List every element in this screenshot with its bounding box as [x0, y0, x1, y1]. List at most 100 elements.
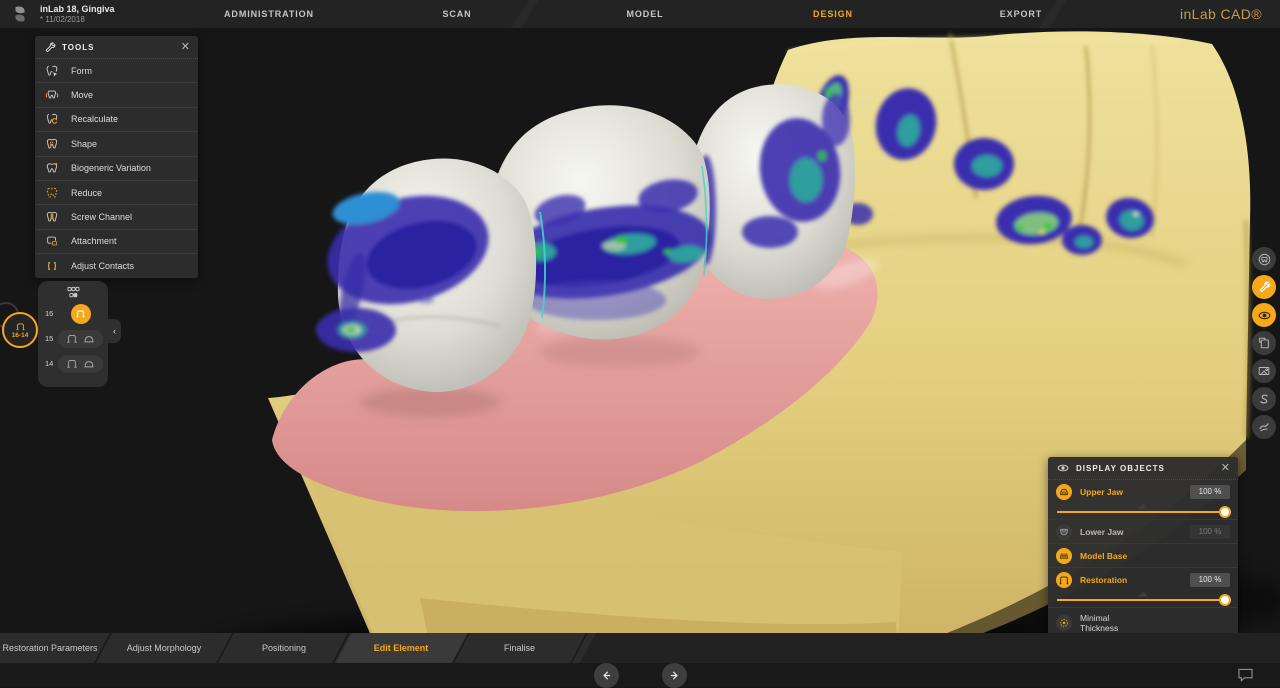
project-date: * 11/02/2018 [40, 15, 115, 24]
back-button[interactable] [594, 663, 619, 688]
close-icon[interactable]: ✕ [181, 42, 190, 53]
tool-item-attachment[interactable]: Attachment [35, 229, 198, 253]
slider-knob[interactable] [1219, 506, 1231, 518]
tooth-15-abutment-button[interactable] [66, 333, 78, 344]
tooth-move-icon [45, 88, 59, 102]
display-row-label: Lower Jaw [1080, 527, 1190, 537]
tool-item-form[interactable]: Form [35, 59, 198, 82]
tooth-14-abutment-button[interactable] [66, 358, 78, 369]
feedback-button[interactable] [1237, 668, 1254, 682]
case-documents-button[interactable] [1252, 331, 1276, 355]
nav-administration[interactable]: ADMINISTRATION [175, 0, 363, 28]
tools-list: Form Move Recalculate Shape Biogeneric [35, 59, 198, 278]
slider-track[interactable] [1057, 511, 1229, 513]
screw-channel-icon [45, 210, 59, 224]
wrench-icon [43, 41, 56, 54]
chat-bubble-icon [1237, 668, 1254, 682]
eye-icon [1056, 461, 1070, 475]
nav-scan[interactable]: SCAN [363, 0, 551, 28]
tools-panel-header: TOOLS ✕ [35, 36, 198, 59]
step-positioning[interactable]: Positioning [230, 633, 338, 663]
articulation-button[interactable] [1252, 387, 1276, 411]
tool-label: Biogeneric Variation [71, 163, 151, 173]
upper-jaw-opacity-slider[interactable] [1057, 503, 1229, 519]
nav-design[interactable]: DESIGN [739, 0, 927, 28]
display-row-upper-jaw[interactable]: Upper Jaw 100 % [1048, 480, 1238, 503]
tooth-analysis-button[interactable] [1252, 247, 1276, 271]
screenshot-button[interactable] [1252, 359, 1276, 383]
tool-item-reduce[interactable]: Reduce [35, 180, 198, 204]
display-row-label: Model Base [1080, 551, 1230, 561]
tool-item-biogeneric-variation[interactable]: Biogeneric Variation [35, 156, 198, 180]
minimal-thickness-icon[interactable] [1056, 615, 1072, 631]
tooth-15-crown-button[interactable] [83, 333, 95, 344]
tools-wrench-icon [1257, 280, 1271, 294]
abutment-icon [15, 322, 26, 331]
articulation-icon [1257, 392, 1271, 406]
tooth-recalculate-icon [45, 112, 59, 126]
case-documents-icon [1257, 336, 1271, 350]
tool-item-move[interactable]: Move [35, 82, 198, 106]
tooth-biogeneric-icon [45, 161, 59, 175]
tool-item-recalculate[interactable]: Recalculate [35, 107, 198, 131]
display-objects-button[interactable] [1252, 303, 1276, 327]
tooth-16-abutment-button[interactable] [71, 304, 91, 324]
tool-label: Move [71, 90, 93, 100]
nav-export[interactable]: EXPORT [927, 0, 1115, 28]
crown-icon [83, 358, 95, 369]
display-row-label: Upper Jaw [1080, 487, 1190, 497]
tools-panel-title: TOOLS [62, 43, 181, 52]
sirona-logo-icon [10, 4, 30, 24]
smooth-brush-button[interactable] [1252, 415, 1276, 439]
step-finalise[interactable]: Finalise [462, 633, 577, 663]
slider-knob[interactable] [1219, 594, 1231, 606]
tooth-panel-collapse-chevron[interactable]: ‹ [108, 319, 121, 343]
display-row-label: Restoration [1080, 575, 1190, 585]
slider-track[interactable] [1057, 599, 1229, 601]
tooth-row-15: 15 [38, 326, 108, 351]
attachment-icon [45, 234, 59, 248]
tool-item-shape[interactable]: Shape [35, 131, 198, 155]
restoration-group-badge[interactable]: 16-14 [2, 312, 38, 348]
step-restoration-parameters[interactable]: Restoration Parameters [0, 633, 100, 663]
step-adjust-morphology[interactable]: Adjust Morphology [108, 633, 220, 663]
display-row-restoration[interactable]: Restoration 100 % [1048, 567, 1238, 591]
restoration-opacity-slider[interactable] [1057, 591, 1229, 607]
tools-panel: TOOLS ✕ Form Move Recalculate [35, 36, 198, 278]
arrow-left-icon [600, 669, 613, 682]
slider-notch [1138, 503, 1148, 509]
tooth-14-crown-button[interactable] [83, 358, 95, 369]
nav-model[interactable]: MODEL [551, 0, 739, 28]
tool-label: Form [71, 66, 92, 76]
forward-button[interactable] [662, 663, 687, 688]
lower-jaw-icon[interactable] [1056, 524, 1072, 540]
step-edit-element[interactable]: Edit Element [346, 633, 456, 663]
abutment-icon [66, 358, 78, 369]
display-row-label: Minimal Thickness [1080, 613, 1142, 633]
tool-label: Adjust Contacts [71, 261, 134, 271]
close-icon[interactable]: ✕ [1221, 463, 1230, 474]
tool-item-adjust-contacts[interactable]: Adjust Contacts [35, 253, 198, 277]
group-range-label: 16-14 [12, 332, 29, 339]
model-base-icon[interactable] [1056, 548, 1072, 564]
tool-item-screw-channel[interactable]: Screw Channel [35, 204, 198, 228]
opacity-value-badge: 100 % [1190, 573, 1230, 587]
upper-jaw-icon[interactable] [1056, 484, 1072, 500]
phase-bar: Restoration Parameters Adjust Morphology… [0, 633, 1280, 663]
adjust-contacts-icon [45, 259, 59, 273]
tooth-number: 14 [45, 359, 58, 368]
brand-logo: inLab CAD® [1180, 6, 1262, 22]
display-row-model-base[interactable]: Model Base [1048, 543, 1238, 567]
jaw-teeth-grid-icon [38, 286, 108, 299]
restoration-icon[interactable] [1056, 572, 1072, 588]
tools-button[interactable] [1252, 275, 1276, 299]
display-objects-panel: DISPLAY OBJECTS ✕ Upper Jaw 100 % Lower … [1048, 457, 1238, 641]
tooth-shape-icon [45, 137, 59, 151]
opacity-value-badge: 100 % [1190, 525, 1230, 539]
arrow-right-icon [668, 669, 681, 682]
opacity-value-badge: 100 % [1190, 485, 1230, 499]
tooth-form-icon [45, 64, 59, 78]
tooth-row-16: 16 [38, 301, 108, 326]
display-objects-title: DISPLAY OBJECTS [1076, 464, 1221, 473]
display-row-lower-jaw[interactable]: Lower Jaw 100 % [1048, 519, 1238, 543]
